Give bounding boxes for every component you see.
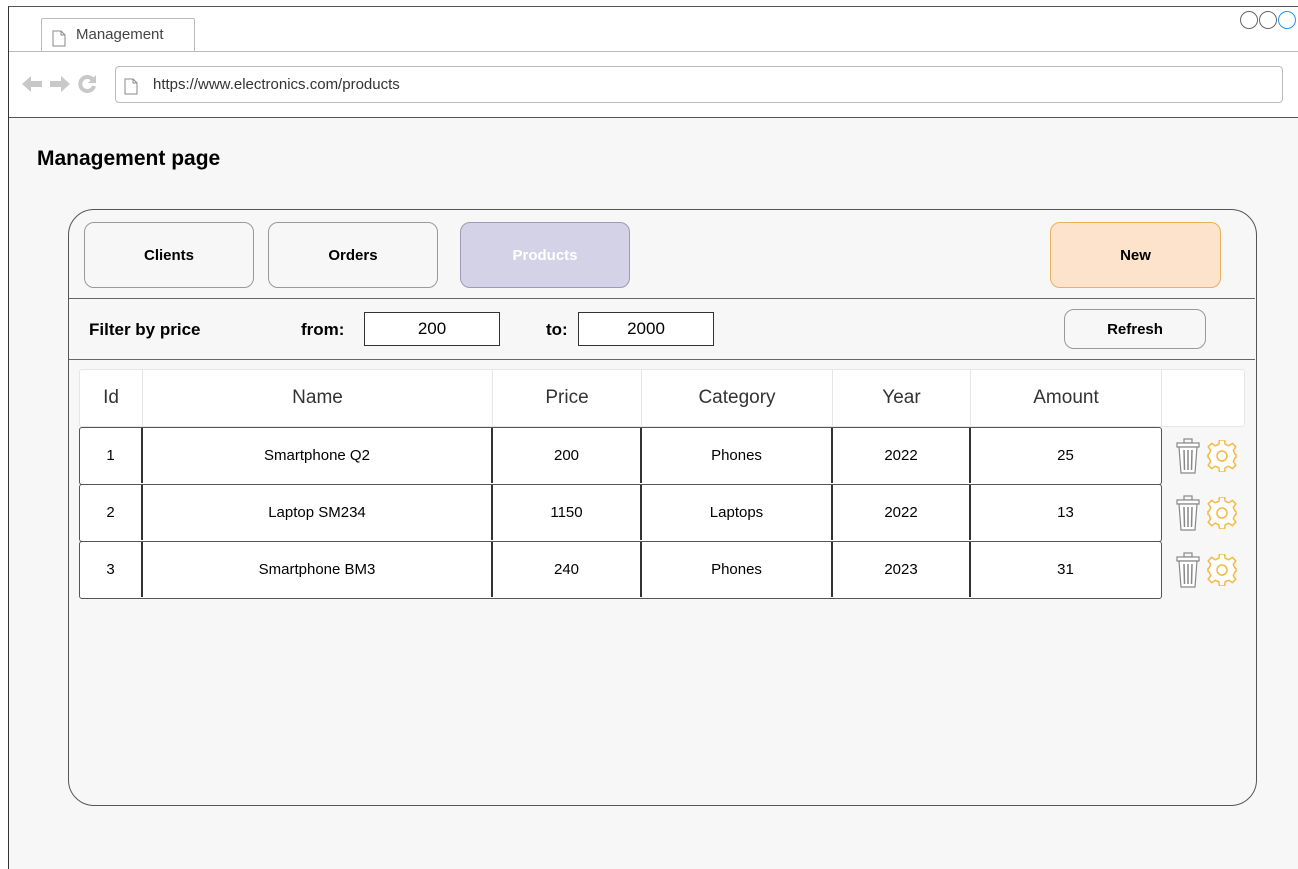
cell-price: 200 (493, 428, 642, 483)
cell-category: Phones (642, 428, 833, 483)
row-actions (1176, 438, 1238, 474)
page-icon (52, 30, 66, 47)
divider (69, 298, 1255, 299)
reload-icon[interactable] (77, 74, 97, 94)
cell-year: 2022 (833, 485, 971, 540)
close-circle-icon[interactable] (1278, 11, 1296, 29)
cell-category: Phones (642, 542, 833, 597)
price-to-input[interactable] (578, 312, 714, 346)
tab-orders[interactable]: Orders (268, 222, 438, 288)
cell-category: Laptops (642, 485, 833, 540)
cell-name: Laptop SM234 (143, 485, 493, 540)
price-from-input[interactable] (364, 312, 500, 346)
cell-price: 240 (493, 542, 642, 597)
table-row[interactable]: 3 Smartphone BM3 240 Phones 2023 31 (79, 541, 1162, 599)
maximize-circle-icon[interactable] (1259, 11, 1277, 29)
cell-price: 1150 (493, 485, 642, 540)
cell-id: 2 (80, 485, 143, 540)
gear-icon[interactable] (1206, 554, 1238, 586)
tab-bar: Management (9, 7, 1298, 52)
browser-window: Management https://www.electronics.com/p… (8, 6, 1298, 869)
cell-year: 2023 (833, 542, 971, 597)
cell-amount: 31 (1057, 561, 1074, 578)
to-label: to: (546, 320, 568, 339)
cell-name: Smartphone Q2 (143, 428, 493, 483)
refresh-button[interactable]: Refresh (1064, 309, 1206, 349)
row-actions (1176, 495, 1238, 531)
tab-title: Management (76, 26, 164, 43)
from-label: from: (301, 320, 345, 339)
column-header-id[interactable]: Id (80, 370, 143, 426)
page-title: Management page (37, 147, 221, 170)
cell-amount: 25 (1057, 447, 1074, 464)
gear-icon[interactable] (1206, 440, 1238, 472)
table-row[interactable]: 1 Smartphone Q2 200 Phones 2022 25 (79, 427, 1162, 485)
url-text: https://www.electronics.com/products (153, 76, 400, 93)
trash-icon[interactable] (1176, 495, 1200, 531)
column-header-amount[interactable]: Amount (971, 370, 1162, 426)
column-header-year[interactable]: Year (833, 370, 971, 426)
window-controls (1240, 11, 1296, 29)
cell-amount: 13 (1057, 504, 1074, 521)
address-bar: https://www.electronics.com/products (9, 52, 1298, 118)
column-header-category[interactable]: Category (642, 370, 833, 426)
trash-icon[interactable] (1176, 438, 1200, 474)
tab-clients[interactable]: Clients (84, 222, 254, 288)
filter-label: Filter by price (89, 320, 201, 339)
tab-products[interactable]: Products (460, 222, 630, 288)
table-header: Id Name Price Category Year Amount (79, 369, 1245, 427)
divider (69, 359, 1255, 360)
cell-year: 2022 (833, 428, 971, 483)
url-field[interactable]: https://www.electronics.com/products (115, 66, 1283, 103)
cell-id: 1 (80, 428, 143, 483)
cell-name: Smartphone BM3 (143, 542, 493, 597)
browser-tab[interactable]: Management (41, 18, 195, 51)
forward-arrow-icon[interactable] (49, 75, 71, 93)
gear-icon[interactable] (1206, 497, 1238, 529)
new-button[interactable]: New (1050, 222, 1221, 288)
minimize-circle-icon[interactable] (1240, 11, 1258, 29)
row-actions (1176, 552, 1238, 588)
column-header-price[interactable]: Price (493, 370, 642, 426)
management-panel: Clients Orders Products New Filter by pr… (68, 209, 1257, 806)
cell-id: 3 (80, 542, 143, 597)
back-arrow-icon[interactable] (21, 75, 43, 93)
table-row[interactable]: 2 Laptop SM234 1150 Laptops 2022 13 (79, 484, 1162, 542)
trash-icon[interactable] (1176, 552, 1200, 588)
page-icon (124, 78, 138, 95)
column-header-name[interactable]: Name (143, 370, 493, 426)
nav-controls (21, 74, 97, 94)
